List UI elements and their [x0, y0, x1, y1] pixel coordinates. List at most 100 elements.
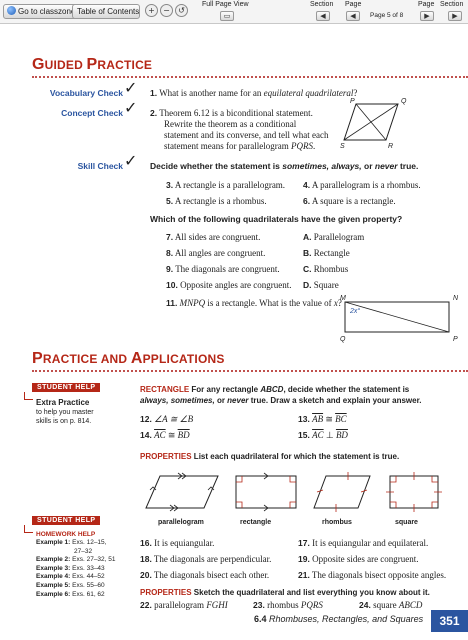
- vertex-s-label: S: [340, 143, 345, 150]
- option-d: D. Square: [303, 280, 339, 290]
- question-24: 24. square ABCD: [359, 600, 423, 610]
- square-label: square: [395, 519, 418, 526]
- question-7: 7. All sides are congruent.: [166, 232, 261, 242]
- table-of-contents-button[interactable]: Table of Contents: [72, 4, 140, 19]
- question-3: 3. A rectangle is a parallelogram.: [166, 180, 286, 190]
- rhombus-label: rhombus: [322, 519, 352, 526]
- skill-check-instructions: Decide whether the statement is sometime…: [150, 161, 419, 171]
- question-21: 21. The diagonals bisect opposite angles…: [298, 570, 447, 580]
- page-label-2: Page: [418, 1, 435, 8]
- page-number: 351: [431, 610, 468, 632]
- question-23: 23. rhombus PQRS: [253, 600, 323, 610]
- question-19: 19. Opposite sides are congruent.: [298, 554, 419, 564]
- angle-2x-label: 2x°: [350, 308, 361, 315]
- question-11: 11. MNPQ is a rectangle. What is the val…: [166, 298, 342, 308]
- page-label: Page: [345, 1, 362, 8]
- prev-page-button[interactable]: ◀: [346, 11, 360, 21]
- rectangle-mnpq-figure: [344, 301, 450, 333]
- prev-section-button[interactable]: ◀: [316, 11, 330, 21]
- question-17: 17. It is equiangular and equilateral.: [298, 538, 429, 548]
- homework-help-list: Example 1: Exs. 12–15, 27–32 Example 2: …: [36, 539, 116, 599]
- next-page-button[interactable]: ▶: [420, 11, 434, 21]
- list-item: Example 6: Exs. 61, 62: [36, 590, 105, 598]
- option-b: B. Rectangle: [303, 248, 350, 258]
- vertex-m-label: M: [340, 295, 346, 302]
- section-label: Section: [310, 1, 334, 8]
- question-4: 4. A parallelogram is a rhombus.: [303, 180, 421, 190]
- question-18: 18. The diagonals are perpendicular.: [140, 554, 272, 564]
- question-15: 15. AC ⊥ BD: [298, 430, 348, 440]
- check-mark-icon: ✓: [124, 151, 138, 170]
- arrow-icon: [24, 392, 33, 400]
- guided-practice-heading: GUIDED PRACTICE: [32, 56, 153, 73]
- question-20: 20. The diagonals bisect each other.: [140, 570, 270, 580]
- vertex-q-label: Q: [401, 98, 407, 105]
- question-9: 9. The diagonals are congruent.: [166, 264, 280, 274]
- full-page-view-button[interactable]: ▭: [220, 11, 234, 21]
- student-help-badge: STUDENT HELP: [32, 383, 101, 392]
- quadrilateral-figures: [145, 472, 442, 512]
- list-item: Example 1: Exs. 12–15,: [36, 539, 107, 546]
- globe-icon: [7, 6, 16, 15]
- question-2-line: statement and its converse, and tell wha…: [164, 130, 329, 140]
- property-instructions: Which of the following quadrilaterals ha…: [150, 214, 403, 224]
- rhombus-figure: [313, 472, 371, 512]
- question-6: 6. A square is a rectangle.: [303, 196, 396, 206]
- option-a: A. Parallelogram: [303, 232, 365, 242]
- question-2-line: Rewrite the theorem as a conditional: [164, 119, 297, 129]
- rectangle-instructions-line: always, sometimes, or never true. Draw a…: [140, 396, 422, 405]
- undo-icon[interactable]: ↺: [175, 4, 188, 17]
- parallelogram-pqrs-figure: [343, 103, 399, 141]
- extra-practice-text: to help you master: [36, 409, 94, 416]
- properties-sketch-instructions: PROPERTIES Sketch the quadrilateral and …: [140, 588, 430, 597]
- vocabulary-check-label: Vocabulary Check: [49, 88, 123, 98]
- question-13: 13. AB ≅ BC: [298, 414, 347, 424]
- question-14: 14. AC ≅ BD: [140, 430, 190, 440]
- concept-check-label: Concept Check: [61, 108, 123, 118]
- section-label-2: Section: [440, 1, 464, 8]
- parallelogram-figure: [145, 472, 219, 512]
- practice-applications-heading: PRACTICE AND APPLICATIONS: [32, 350, 225, 367]
- question-2-line: statement means for parallelogram PQRS.: [164, 141, 316, 151]
- question-2: 2. Theorem 6.12 is a biconditional state…: [150, 108, 313, 118]
- check-mark-icon: ✓: [124, 78, 138, 97]
- arrow-icon: [24, 525, 33, 533]
- question-5: 5. A rectangle is a rhombus.: [166, 196, 267, 206]
- vertex-p-label: P: [453, 336, 458, 343]
- list-item: Example 2: Exs. 27–32, 51: [36, 556, 116, 564]
- question-12: 12. ∠A ≅ ∠B: [140, 414, 194, 424]
- page-indicator: Page 5 of 8: [370, 12, 404, 19]
- question-22: 22. parallelogram FGHI: [140, 600, 228, 610]
- zoom-in-icon[interactable]: +: [145, 4, 158, 17]
- question-1: 1. What is another name for an equilater…: [150, 88, 358, 98]
- zoom-out-icon[interactable]: −: [160, 4, 173, 17]
- skill-check-label: Skill Check: [77, 161, 123, 171]
- vertex-n-label: N: [453, 295, 459, 302]
- vertex-p-label: P: [350, 98, 355, 105]
- student-help-badge: STUDENT HELP: [32, 516, 101, 525]
- question-10: 10. Opposite angles are congruent.: [166, 280, 292, 290]
- extra-practice-text: skills is on p. 814.: [36, 418, 92, 425]
- properties-instructions: PROPERTIES List each quadrilateral for w…: [140, 452, 400, 461]
- toolbar: Go to classzone.com Table of Contents + …: [0, 0, 468, 24]
- parallelogram-label: parallelogram: [158, 519, 204, 526]
- full-page-view-label: Full Page View: [202, 1, 249, 8]
- footer-section-title: 6.4 Rhombuses, Rectangles, and Squares: [254, 614, 424, 624]
- list-item: 27–32: [74, 547, 93, 555]
- square-figure: [386, 472, 442, 512]
- list-item: Example 3: Exs. 33–43: [36, 564, 105, 572]
- question-8: 8. All angles are congruent.: [166, 248, 266, 258]
- list-item: Example 4: Exs. 44–52: [36, 573, 105, 581]
- vertex-r-label: R: [388, 143, 394, 150]
- extra-practice-title: Extra Practice: [36, 398, 90, 407]
- check-mark-icon: ✓: [124, 98, 138, 117]
- rectangle-label: rectangle: [240, 519, 272, 526]
- section-divider: [32, 76, 468, 78]
- vertex-q-label: Q: [340, 336, 346, 343]
- question-16: 16. It is equiangular.: [140, 538, 215, 548]
- rectangle-figure: [235, 472, 297, 512]
- next-section-button[interactable]: ▶: [448, 11, 462, 21]
- list-item: Example 5: Exs. 55–60: [36, 581, 105, 589]
- section-divider: [32, 370, 468, 372]
- rectangle-instructions: RECTANGLE For any rectangle ABCD, decide…: [140, 385, 410, 394]
